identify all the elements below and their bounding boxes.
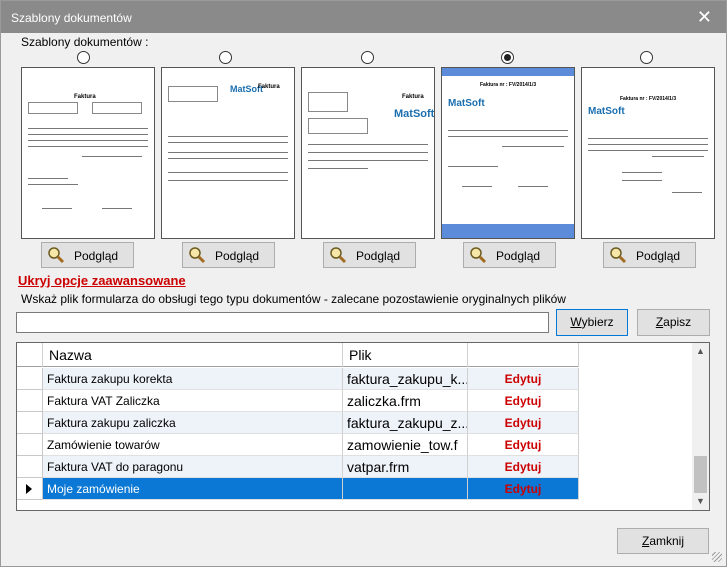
preview-button-1[interactable]: Podgląd (41, 242, 134, 268)
row-file: zaliczka.frm (343, 390, 468, 412)
template-thumbnail-2[interactable]: MatSoft Faktura (161, 67, 295, 239)
toggle-advanced-link[interactable]: Ukryj opcje zaawansowane (18, 273, 186, 288)
row-file: zamowienie_tow.f (343, 434, 468, 456)
thumbnail-doc-title: Faktura (258, 84, 280, 90)
row-name: Faktura VAT do paragonu (43, 456, 343, 478)
save-button-label: apisz (663, 315, 692, 329)
column-header-action[interactable] (468, 343, 579, 367)
row-header[interactable] (17, 390, 43, 412)
row-file: faktura_zakupu_k... (343, 368, 468, 390)
edit-link[interactable]: Edytuj (468, 390, 579, 412)
table-header: Nazwa Plik (17, 343, 579, 367)
templates-dialog: Szablony dokumentów ✕ Szablony dokumentó… (0, 0, 727, 567)
choose-button-accel: W (570, 315, 582, 329)
row-header[interactable] (17, 456, 43, 478)
thumbnail-doc-title: Faktura (74, 94, 96, 100)
column-header-name[interactable]: Nazwa (43, 343, 343, 367)
template-thumbnail-1[interactable]: Faktura (21, 67, 155, 239)
column-header-file[interactable]: Plik (343, 343, 468, 367)
template-radio-5[interactable] (640, 51, 653, 64)
row-header-current-arrow[interactable] (17, 478, 43, 500)
preview-button-label: Podgląd (636, 249, 681, 263)
row-file: faktura_zakupu_z... (343, 412, 468, 434)
edit-link[interactable]: Edytuj (468, 434, 579, 456)
scroll-up-icon[interactable]: ▲ (692, 343, 709, 360)
templates-label: Szablony dokumentów : (21, 35, 149, 49)
save-button[interactable]: Zapisz (637, 309, 710, 336)
close-button-label: amknij (649, 534, 685, 548)
row-header[interactable] (17, 434, 43, 456)
row-name: Faktura zakupu korekta (43, 368, 343, 390)
resize-grip-icon[interactable] (712, 552, 722, 562)
row-name: Moje zamówienie (43, 478, 343, 500)
row-file: vatpar.frm (343, 456, 468, 478)
choose-button-label: ybierz (581, 315, 614, 329)
window-title: Szablony dokumentów (11, 11, 132, 25)
row-header[interactable] (17, 368, 43, 390)
close-icon[interactable]: ✕ (697, 7, 712, 27)
preview-button-label: Podgląd (496, 249, 541, 263)
edit-link[interactable]: Edytuj (468, 456, 579, 478)
row-name: Zamówienie towarów (43, 434, 343, 456)
template-radio-2[interactable] (219, 51, 232, 64)
magnifier-icon (48, 247, 65, 264)
row-name: Faktura VAT Zaliczka (43, 390, 343, 412)
row-header[interactable] (17, 412, 43, 434)
preview-button-label: Podgląd (215, 249, 260, 263)
edit-link[interactable]: Edytuj (468, 478, 579, 500)
choose-button[interactable]: Wybierz (556, 309, 628, 336)
title-bar[interactable]: Szablony dokumentów ✕ (1, 1, 726, 33)
close-button[interactable]: Zamknij (617, 528, 709, 554)
template-radio-4[interactable] (501, 51, 514, 64)
template-radio-3[interactable] (361, 51, 374, 64)
thumbnail-doc-title: Faktura (402, 94, 424, 100)
thumbnail-doc-title: Faktura nr : FV/2014/1/3 (620, 96, 677, 102)
template-thumbnail-5[interactable]: Faktura nr : FV/2014/1/3 MatSoft (581, 67, 715, 239)
thumbnail-doc-title: Faktura nr : FV/2014/1/3 (480, 82, 537, 88)
row-file (343, 478, 468, 500)
magnifier-icon (610, 247, 627, 264)
edit-link[interactable]: Edytuj (468, 412, 579, 434)
edit-link[interactable]: Edytuj (468, 368, 579, 390)
preview-button-2[interactable]: Podgląd (182, 242, 275, 268)
magnifier-icon (470, 247, 487, 264)
magnifier-icon (189, 247, 206, 264)
template-radio-1[interactable] (77, 51, 90, 64)
form-file-path-input[interactable] (16, 312, 549, 333)
preview-button-5[interactable]: Podgląd (603, 242, 696, 268)
scroll-down-icon[interactable]: ▼ (692, 493, 709, 510)
preview-button-label: Podgląd (74, 249, 119, 263)
form-file-hint: Wskaż plik formularza do obsługi tego ty… (21, 292, 566, 306)
thumbnail-logo: MatSoft (394, 108, 435, 120)
preview-button-4[interactable]: Podgląd (463, 242, 556, 268)
template-thumbnail-4[interactable]: Faktura nr : FV/2014/1/3 MatSoft (441, 67, 575, 239)
preview-button-3[interactable]: Podgląd (323, 242, 416, 268)
table-scrollbar[interactable]: ▲ ▼ (692, 343, 709, 510)
row-name: Faktura zakupu zaliczka (43, 412, 343, 434)
template-thumbnail-3[interactable]: MatSoft Faktura (301, 67, 435, 239)
thumbnail-logo: MatSoft (448, 98, 485, 109)
preview-button-label: Podgląd (356, 249, 401, 263)
magnifier-icon (330, 247, 347, 264)
thumbnail-logo: MatSoft (588, 106, 625, 117)
scroll-thumb[interactable] (694, 456, 707, 493)
forms-table[interactable]: Nazwa Plik Faktura zakupu korekta faktur… (16, 342, 710, 511)
row-header-corner (17, 343, 43, 367)
